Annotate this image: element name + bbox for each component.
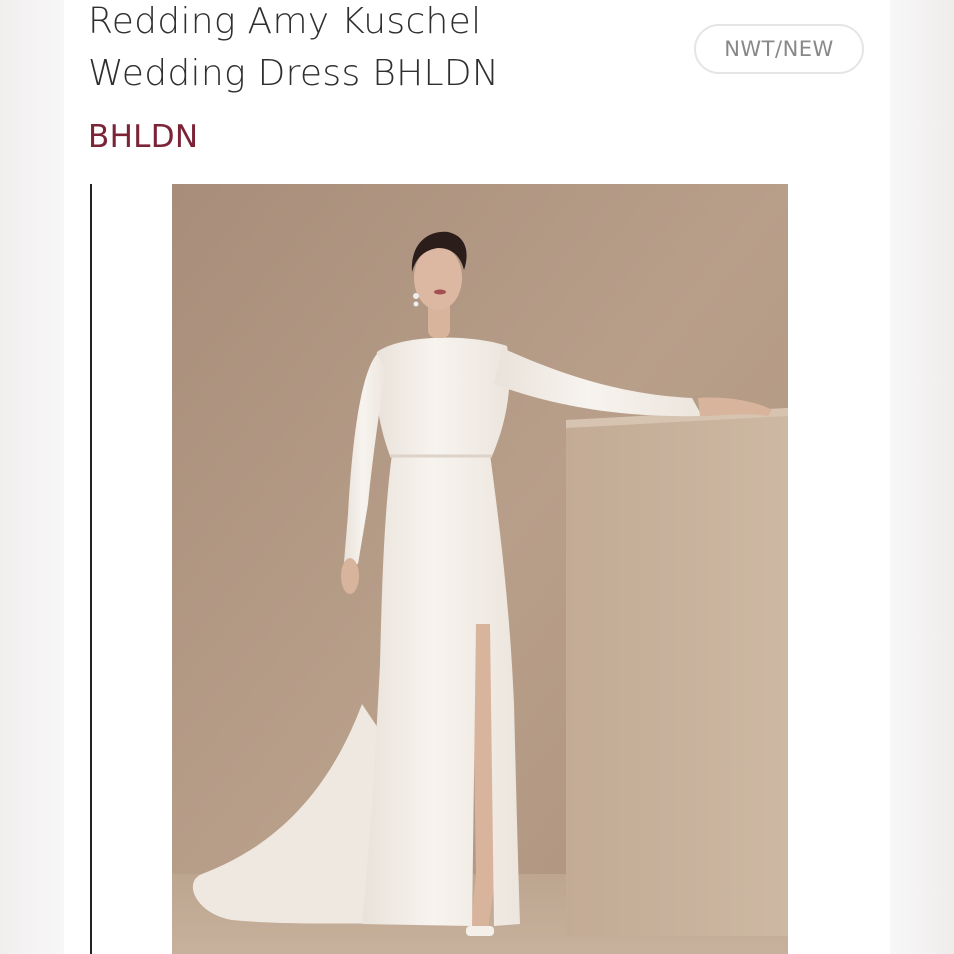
- condition-badge: NWT/NEW: [694, 24, 864, 74]
- listing-photo-frame[interactable]: [90, 184, 866, 954]
- brand-link[interactable]: BHLDN: [88, 119, 198, 155]
- listing-photo[interactable]: [172, 184, 788, 954]
- right-margin: [890, 0, 954, 954]
- pedestal-block: [566, 408, 788, 936]
- model-face: [414, 246, 462, 310]
- dress-bodice: [375, 337, 510, 456]
- listing-title: Redding Amy Kuschel Wedding Dress BHLDN: [88, 1, 500, 94]
- dress-skirt: [362, 454, 520, 926]
- product-photo-illustration: [172, 184, 788, 954]
- listing-card: Redding Amy Kuschel Wedding Dress BHLDN …: [64, 0, 890, 954]
- left-margin: [0, 0, 64, 954]
